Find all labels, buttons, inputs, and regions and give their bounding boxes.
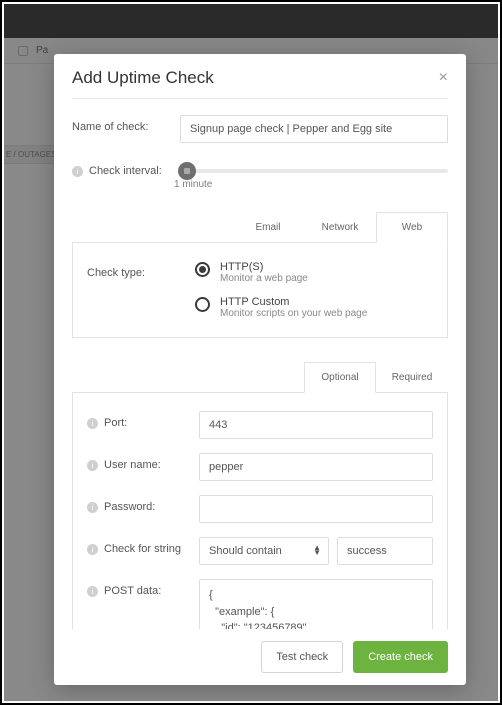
port-row: i Port:: [87, 411, 433, 439]
interval-row: i Check interval: 1 minute: [72, 159, 448, 190]
postdata-textarea[interactable]: [199, 579, 433, 629]
check-string-row: i Check for string ▲▼: [87, 537, 433, 565]
tab-required[interactable]: Required: [376, 362, 448, 393]
check-type-label: Check type:: [87, 261, 195, 279]
password-row: i Password:: [87, 495, 433, 523]
interval-value-label: 1 minute: [174, 179, 448, 190]
radio-icon: [195, 262, 210, 277]
tab-network[interactable]: Network: [304, 212, 376, 243]
modal-body[interactable]: Name of check: i Check interval:: [54, 99, 466, 629]
name-input[interactable]: [180, 115, 448, 143]
port-label: Port:: [104, 417, 127, 429]
tab-email[interactable]: Email: [232, 212, 304, 243]
app-frame: Pa E / OUTAGES Add Uptime Check × Name o…: [0, 0, 502, 705]
password-input[interactable]: [199, 495, 433, 523]
modal-header: Add Uptime Check ×: [54, 54, 466, 98]
check-string-label: Check for string: [104, 543, 181, 555]
modal-footer: Test check Create check: [54, 629, 466, 685]
info-icon: i: [87, 418, 98, 429]
check-type-radiogroup: HTTP(S) Monitor a web page HTTP Custom M…: [195, 261, 433, 319]
interval-label: i Check interval:: [72, 159, 180, 177]
radio-icon: [195, 297, 210, 312]
name-label: Name of check:: [72, 115, 180, 133]
tab-web[interactable]: Web: [376, 212, 448, 243]
modal-title: Add Uptime Check: [72, 68, 214, 88]
check-string-mode-select[interactable]: [199, 537, 329, 565]
create-check-button[interactable]: Create check: [353, 641, 448, 673]
field-tabs: Optional Required: [72, 362, 448, 393]
add-uptime-check-modal: Add Uptime Check × Name of check: i C: [54, 54, 466, 685]
username-input[interactable]: [199, 453, 433, 481]
password-label: Password:: [104, 501, 155, 513]
protocol-tabs: Email Network Web: [72, 212, 448, 243]
info-icon: i: [87, 586, 98, 597]
interval-slider[interactable]: [180, 169, 448, 173]
test-check-button[interactable]: Test check: [261, 641, 343, 673]
port-input[interactable]: [199, 411, 433, 439]
optional-panel: i Port: i User name:: [72, 392, 448, 629]
radio-https[interactable]: HTTP(S) Monitor a web page: [195, 261, 433, 284]
info-icon: i: [87, 460, 98, 471]
radio-http-custom[interactable]: HTTP Custom Monitor scripts on your web …: [195, 296, 433, 319]
info-icon: i: [72, 166, 83, 177]
postdata-label: POST data:: [104, 585, 161, 597]
info-icon: i: [87, 502, 98, 513]
web-panel: Check type: HTTP(S) Monitor a web page: [72, 242, 448, 338]
tab-optional[interactable]: Optional: [304, 362, 376, 393]
check-string-value-input[interactable]: [337, 537, 433, 565]
username-row: i User name:: [87, 453, 433, 481]
info-icon: i: [87, 544, 98, 555]
username-label: User name:: [104, 459, 161, 471]
close-icon[interactable]: ×: [439, 70, 448, 86]
page-background: Pa E / OUTAGES Add Uptime Check × Name o…: [4, 4, 498, 701]
slider-knob[interactable]: [178, 162, 196, 180]
name-row: Name of check:: [72, 115, 448, 143]
postdata-row: i POST data:: [87, 579, 433, 629]
